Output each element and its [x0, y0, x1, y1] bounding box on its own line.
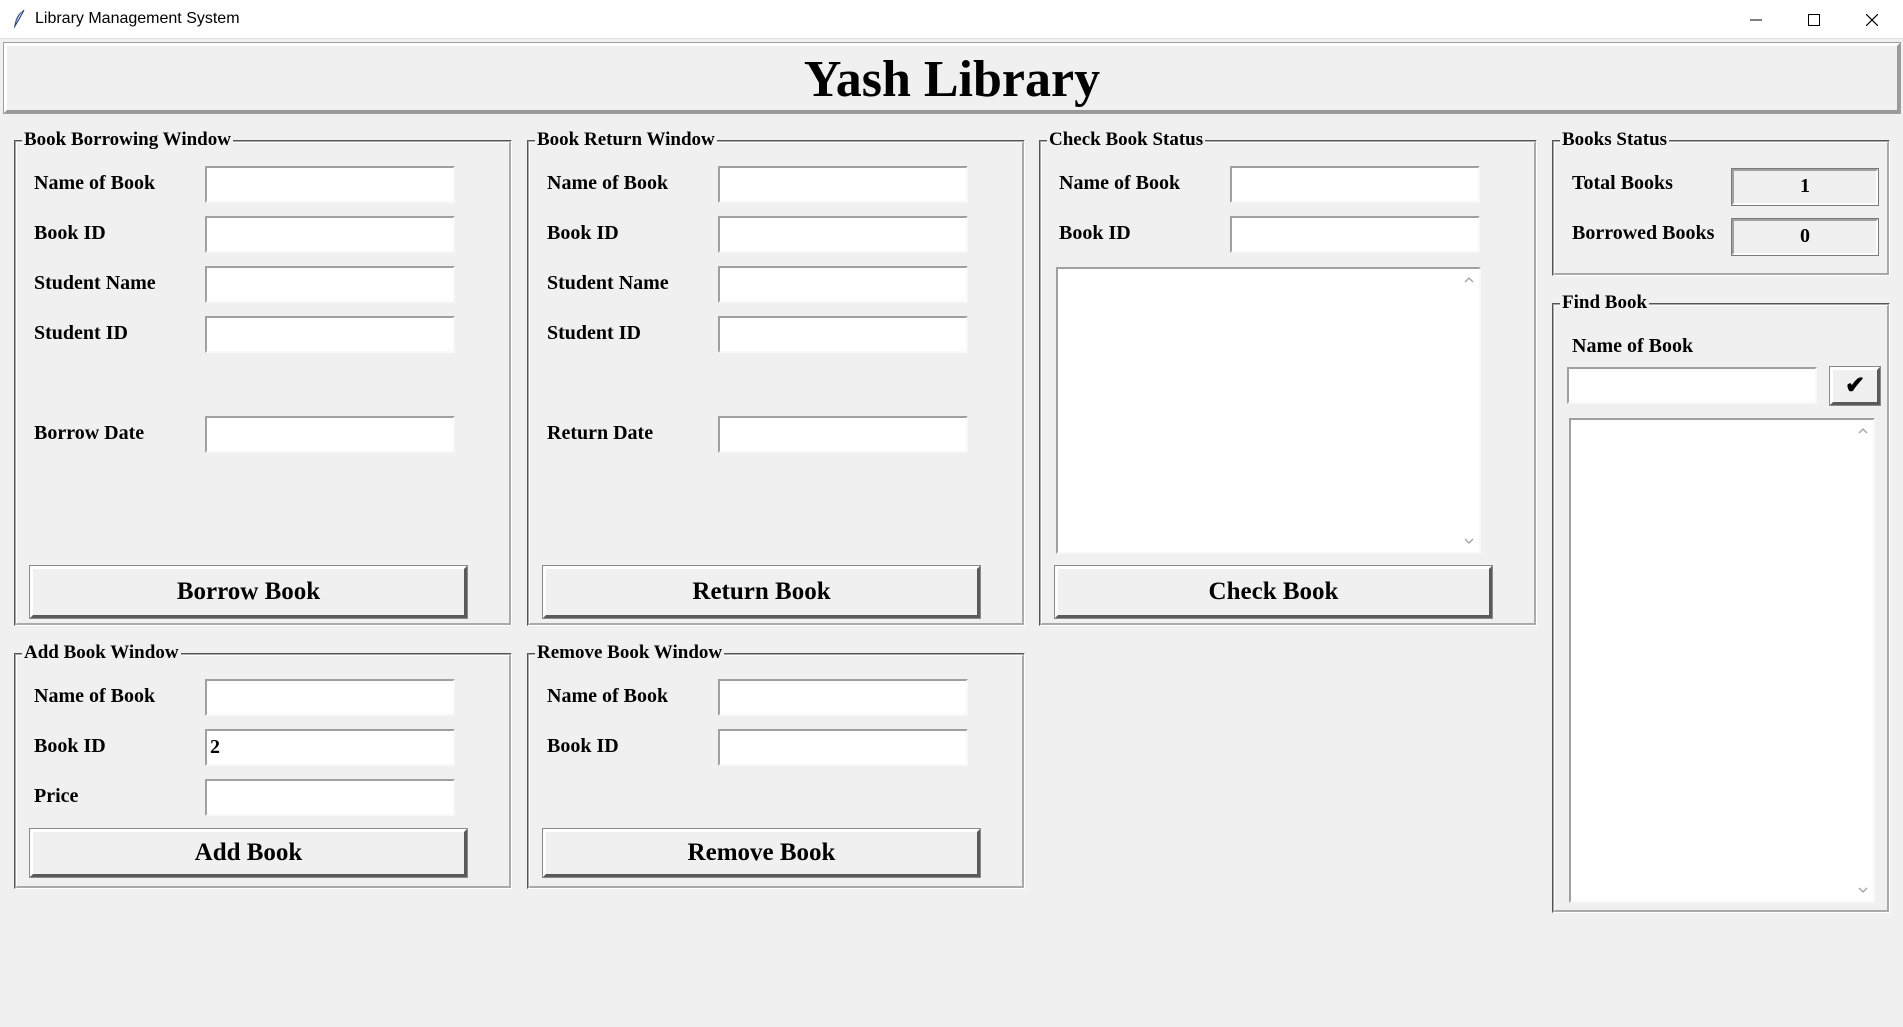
borrow-book-name-field[interactable]: [205, 166, 455, 203]
remove-book-name-field[interactable]: [718, 679, 968, 716]
return-student-id-label: Student ID: [547, 322, 641, 344]
check-frame-title: Check Book Status: [1047, 129, 1206, 151]
borrow-book-name-label: Name of Book: [34, 172, 156, 194]
library-header: Yash Library: [3, 42, 1901, 114]
borrowed-books-label: Borrowed Books: [1572, 222, 1715, 244]
feather-icon: [14, 9, 25, 28]
status-frame-title: Books Status: [1560, 129, 1670, 151]
add-book-id-label: Book ID: [34, 735, 106, 757]
return-student-name-label: Student Name: [547, 272, 669, 294]
return-book-name-label: Name of Book: [547, 172, 669, 194]
scroll-down-icon[interactable]: [1858, 885, 1868, 895]
total-books-value: 1: [1731, 168, 1879, 206]
find-frame: Find Book Name of Book ✔: [1552, 292, 1890, 913]
remove-book-id-label: Book ID: [547, 735, 619, 757]
return-student-id-field[interactable]: [718, 316, 968, 353]
add-frame: Add Book Window Name of Book Book ID Pri…: [14, 642, 512, 889]
borrow-book-id-field[interactable]: [205, 216, 455, 253]
add-book-button[interactable]: Add Book: [29, 828, 468, 878]
scroll-up-icon[interactable]: [1464, 275, 1474, 285]
return-book-id-label: Book ID: [547, 222, 619, 244]
borrow-date-label: Borrow Date: [34, 422, 145, 444]
library-title: Yash Library: [803, 51, 1101, 108]
remove-book-button[interactable]: Remove Book: [542, 828, 981, 878]
borrow-book-id-label: Book ID: [34, 222, 106, 244]
maximize-icon: [1808, 13, 1820, 26]
check-book-button[interactable]: Check Book: [1054, 565, 1493, 619]
add-book-name-label: Name of Book: [34, 685, 156, 707]
maximize-button[interactable]: [1785, 0, 1843, 39]
borrow-student-id-label: Student ID: [34, 322, 128, 344]
find-result-scrollbar[interactable]: [1853, 420, 1873, 901]
minimize-icon: [1750, 19, 1762, 20]
add-book-id-field[interactable]: [205, 729, 455, 766]
check-book-id-label: Book ID: [1059, 222, 1131, 244]
add-book-name-field[interactable]: [205, 679, 455, 716]
find-result-textarea[interactable]: [1569, 418, 1875, 903]
add-price-label: Price: [34, 785, 79, 807]
return-book-name-field[interactable]: [718, 166, 968, 203]
return-frame-title: Book Return Window: [535, 129, 717, 151]
find-book-name-field[interactable]: [1567, 367, 1817, 404]
remove-book-id-field[interactable]: [718, 729, 968, 766]
add-frame-title: Add Book Window: [22, 642, 181, 664]
find-book-name-label: Name of Book: [1572, 335, 1694, 357]
check-result-scrollbar[interactable]: [1459, 269, 1479, 552]
return-book-id-field[interactable]: [718, 216, 968, 253]
return-book-button[interactable]: Return Book: [542, 565, 981, 619]
return-frame: Book Return Window Name of Book Book ID …: [527, 129, 1025, 626]
borrow-frame-title: Book Borrowing Window: [22, 129, 233, 151]
window-titlebar: Library Management System: [0, 0, 1903, 39]
borrow-date-field[interactable]: [205, 416, 455, 453]
window-title: Library Management System: [35, 10, 240, 27]
close-button[interactable]: [1843, 0, 1901, 39]
borrow-book-button[interactable]: Borrow Book: [29, 565, 468, 619]
find-frame-title: Find Book: [1560, 292, 1650, 314]
borrow-student-name-field[interactable]: [205, 266, 455, 303]
remove-frame: Remove Book Window Name of Book Book ID …: [527, 642, 1025, 889]
return-date-label: Return Date: [547, 422, 654, 444]
scroll-up-icon[interactable]: [1858, 426, 1868, 436]
total-books-label: Total Books: [1572, 172, 1673, 194]
check-result-textarea[interactable]: [1056, 267, 1481, 554]
add-price-field[interactable]: [205, 779, 455, 816]
status-frame: Books Status Total Books 1 Borrowed Book…: [1552, 129, 1890, 276]
close-icon: [1866, 13, 1878, 26]
borrow-frame: Book Borrowing Window Name of Book Book …: [14, 129, 512, 626]
check-frame: Check Book Status Name of Book Book ID C…: [1039, 129, 1537, 626]
return-student-name-field[interactable]: [718, 266, 968, 303]
borrowed-books-value: 0: [1731, 218, 1879, 256]
return-date-field[interactable]: [718, 416, 968, 453]
find-submit-button[interactable]: ✔: [1829, 366, 1881, 406]
remove-frame-title: Remove Book Window: [535, 642, 725, 664]
minimize-button[interactable]: [1727, 0, 1785, 39]
borrow-student-id-field[interactable]: [205, 316, 455, 353]
check-book-name-field[interactable]: [1230, 166, 1480, 203]
scroll-down-icon[interactable]: [1464, 536, 1474, 546]
check-icon: ✔: [1844, 372, 1866, 399]
remove-book-name-label: Name of Book: [547, 685, 669, 707]
check-book-id-field[interactable]: [1230, 216, 1480, 253]
check-book-name-label: Name of Book: [1059, 172, 1181, 194]
borrow-student-name-label: Student Name: [34, 272, 156, 294]
